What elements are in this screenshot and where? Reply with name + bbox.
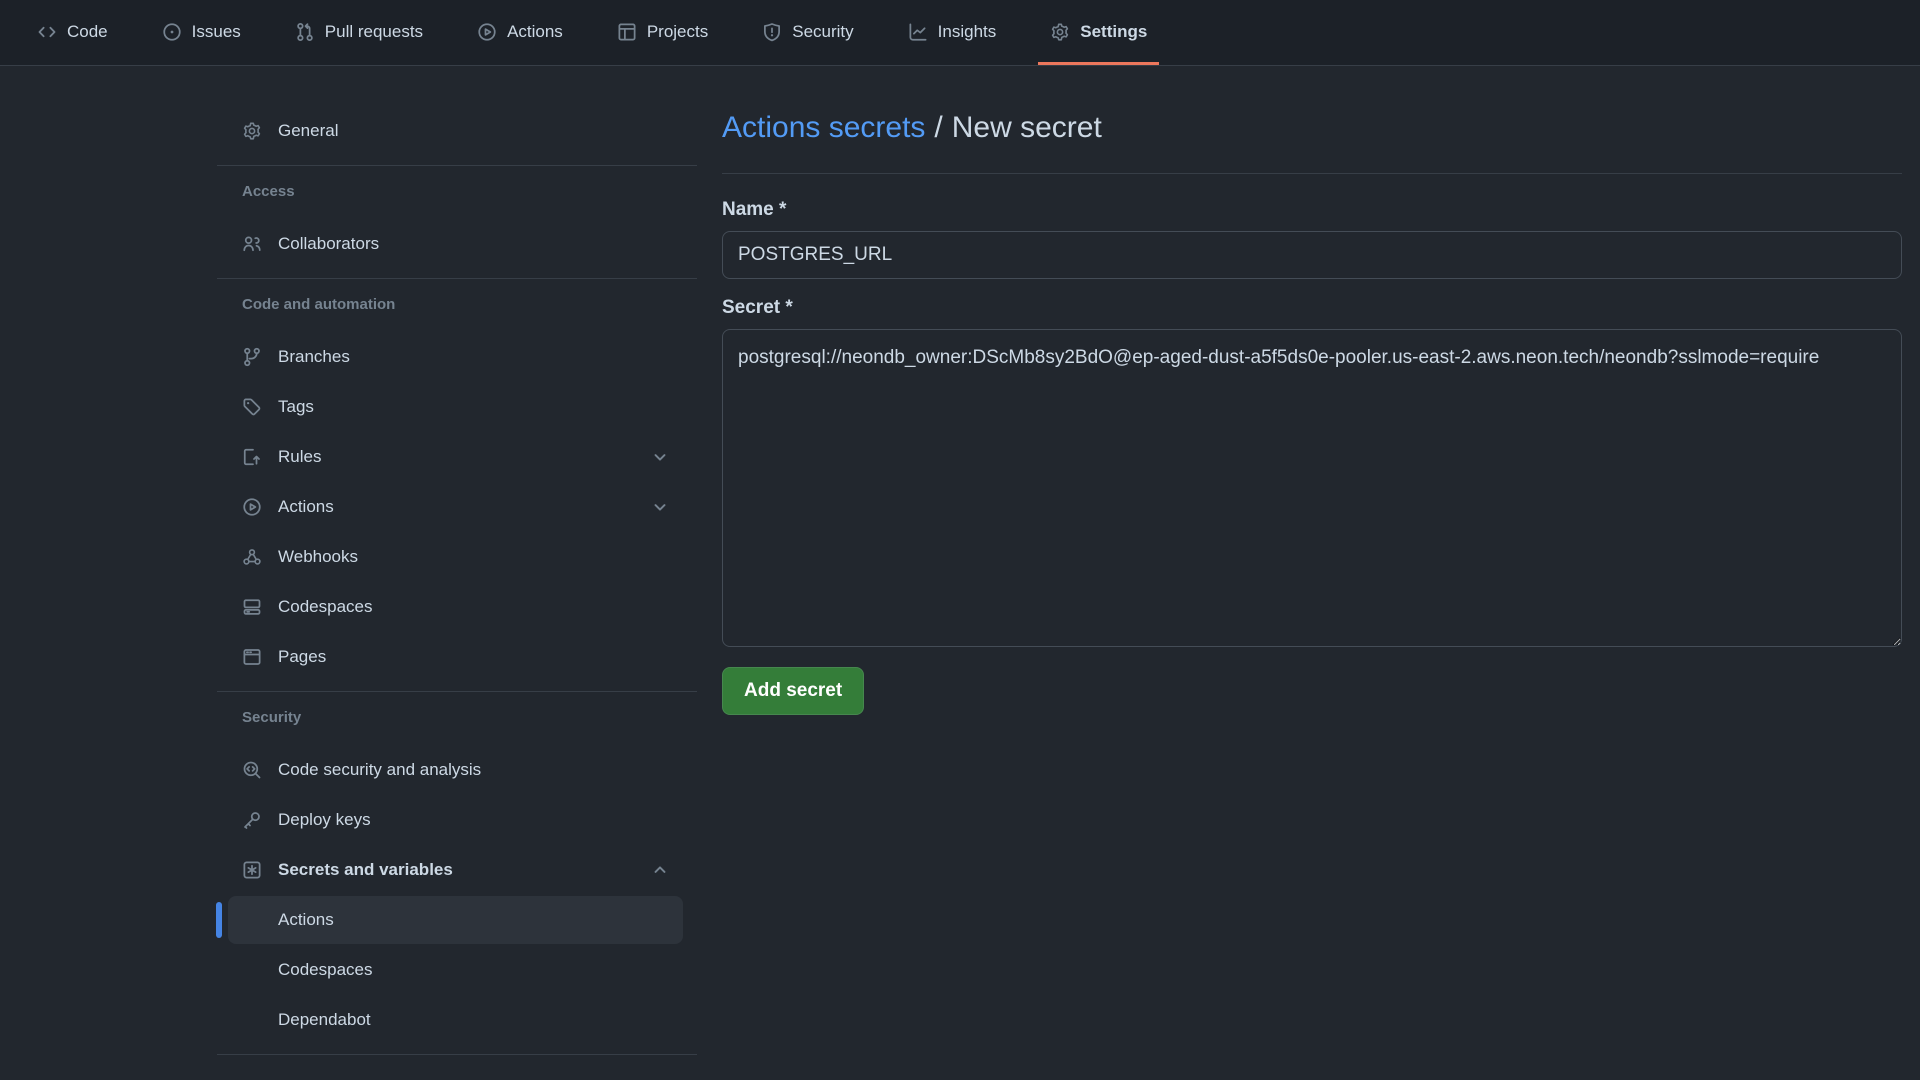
sidebar-item-label: Actions [278, 497, 334, 517]
selected-indicator-bar [216, 902, 222, 938]
sidebar-item-branches[interactable]: Branches [228, 333, 683, 381]
codescan-icon [242, 760, 262, 780]
sidebar-item-label: Collaborators [278, 234, 379, 254]
sidebar-item-secrets-and-variables[interactable]: Secrets and variables [228, 846, 683, 894]
new-secret-panel: Actions secrets / New secret Name * Secret… [722, 66, 1902, 715]
sidebar-item-tags[interactable]: Tags [228, 383, 683, 431]
sidebar-item-codespaces[interactable]: Codespaces [228, 583, 683, 631]
sidebar-item-label: Tags [278, 397, 314, 417]
name-label: Name * [722, 198, 1902, 221]
play-icon [242, 497, 262, 517]
graph-icon [908, 22, 928, 42]
nav-tab-settings[interactable]: Settings [1038, 0, 1159, 65]
breadcrumb-separator: / [934, 111, 942, 144]
sidebar-subitem-codespaces[interactable]: Codespaces [228, 946, 683, 994]
sidebar-item-label: General [278, 121, 338, 141]
sidebar-subitem-label: Codespaces [278, 960, 373, 980]
nav-tab-label: Security [792, 22, 853, 42]
sidebar-item-label: Deploy keys [278, 810, 371, 830]
play-icon [477, 22, 497, 42]
add-secret-button[interactable]: Add secret [722, 667, 864, 715]
breadcrumb-actions-secrets-link[interactable]: Actions secrets [722, 111, 925, 144]
table-icon [617, 22, 637, 42]
git-branch-icon [242, 347, 262, 367]
sidebar-subitem-actions-selected[interactable]: Actions [228, 896, 683, 944]
shield-icon [762, 22, 782, 42]
sidebar-divider [217, 278, 697, 279]
sidebar-item-code-security-and-analysis[interactable]: Code security and analysis [228, 746, 683, 794]
breadcrumb-current: New secret [952, 111, 1102, 144]
secret-name-input[interactable] [722, 231, 1902, 279]
nav-tab-actions[interactable]: Actions [465, 0, 575, 65]
sidebar-item-deploy-keys[interactable]: Deploy keys [228, 796, 683, 844]
sidebar-item-label: Code security and analysis [278, 760, 481, 780]
code-icon [37, 22, 57, 42]
nav-tab-projects[interactable]: Projects [605, 0, 720, 65]
browser-icon [242, 647, 262, 667]
rules-icon [242, 447, 262, 467]
repo-nav: Code Issues Pull requests Actions Projec… [0, 0, 1920, 66]
sidebar-section-header-security: Security [217, 706, 697, 730]
git-pull-request-icon [295, 22, 315, 42]
nav-tab-label: Pull requests [325, 22, 423, 42]
sidebar-item-label: Webhooks [278, 547, 358, 567]
chevron-down-icon [651, 448, 669, 466]
nav-tab-pull-requests[interactable]: Pull requests [283, 0, 435, 65]
sidebar-divider [217, 165, 697, 166]
sidebar-section-header-access: Access [217, 180, 697, 204]
sidebar-item-rules[interactable]: Rules [228, 433, 683, 481]
nav-tab-security[interactable]: Security [750, 0, 865, 65]
sidebar-item-label: Pages [278, 647, 326, 667]
sidebar-subitem-label: Actions [278, 910, 334, 930]
sidebar-item-pages[interactable]: Pages [228, 633, 683, 681]
sidebar-item-general[interactable]: General [228, 107, 683, 155]
sidebar-item-webhooks[interactable]: Webhooks [228, 533, 683, 581]
title-divider [722, 173, 1902, 174]
sidebar-section-header-code-and-automation: Code and automation [217, 293, 697, 317]
people-icon [242, 234, 262, 254]
key-icon [242, 810, 262, 830]
nav-tab-label: Actions [507, 22, 563, 42]
nav-tab-insights[interactable]: Insights [896, 0, 1009, 65]
asterisk-box-icon [242, 860, 262, 880]
github-repo-settings-page: Code Issues Pull requests Actions Projec… [0, 0, 1920, 1080]
sidebar-divider [217, 1054, 697, 1055]
page-title: Actions secrets / New secret [722, 108, 1902, 148]
issue-opened-icon [162, 22, 182, 42]
secret-label: Secret * [722, 296, 1902, 319]
gear-icon [1050, 22, 1070, 42]
nav-tab-issues[interactable]: Issues [150, 0, 253, 65]
sidebar-divider [217, 691, 697, 692]
secret-value-textarea[interactable]: postgresql://neondb_owner:DScMb8sy2BdO@e… [722, 329, 1902, 647]
nav-tab-label: Issues [192, 22, 241, 42]
tag-icon [242, 397, 262, 417]
codespaces-icon [242, 597, 262, 617]
settings-sidebar: General Access Collaborators Code and au… [217, 66, 697, 1065]
sidebar-item-label: Codespaces [278, 597, 373, 617]
sidebar-subitem-dependabot[interactable]: Dependabot [228, 996, 683, 1044]
nav-tab-label: Insights [938, 22, 997, 42]
sidebar-item-label: Rules [278, 447, 321, 467]
sidebar-item-actions[interactable]: Actions [228, 483, 683, 531]
nav-tab-label: Code [67, 22, 108, 42]
nav-tab-label: Projects [647, 22, 708, 42]
chevron-up-icon [651, 861, 669, 879]
webhook-icon [242, 547, 262, 567]
sidebar-subitem-label: Dependabot [278, 1010, 371, 1030]
nav-tab-label: Settings [1080, 22, 1147, 42]
nav-tab-code[interactable]: Code [25, 0, 120, 65]
chevron-down-icon [651, 498, 669, 516]
sidebar-item-label: Branches [278, 347, 350, 367]
gear-icon [242, 121, 262, 141]
sidebar-item-collaborators[interactable]: Collaborators [228, 220, 683, 268]
sidebar-item-label: Secrets and variables [278, 860, 453, 880]
